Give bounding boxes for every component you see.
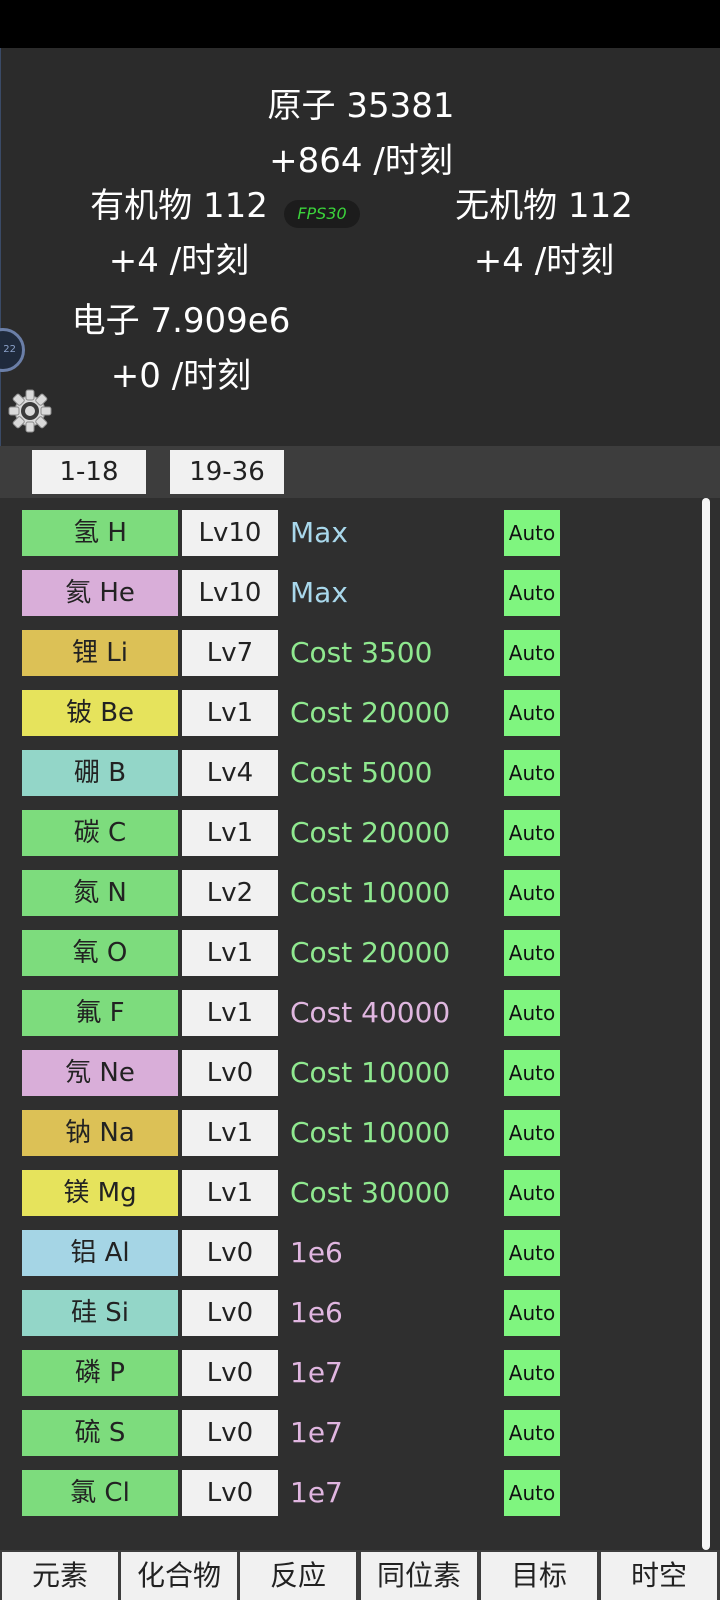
tab-reactions[interactable]: 反应 bbox=[240, 1552, 356, 1600]
level-upgrade-button[interactable]: Lv0 bbox=[182, 1230, 278, 1276]
element-name-button[interactable]: 氟 F bbox=[22, 990, 178, 1036]
auto-toggle-button[interactable]: Auto bbox=[504, 630, 560, 676]
level-upgrade-button[interactable]: Lv10 bbox=[182, 570, 278, 616]
tab-spacetime[interactable]: 时空 bbox=[601, 1552, 717, 1600]
auto-toggle-button[interactable]: Auto bbox=[504, 1230, 560, 1276]
auto-toggle-button[interactable]: Auto bbox=[504, 1470, 560, 1516]
auto-toggle-button[interactable]: Auto bbox=[504, 1350, 560, 1396]
inorganic-label: 无机物 112 bbox=[455, 186, 633, 226]
atoms-stat: 原子 35381 +864 /时刻 bbox=[1, 78, 720, 182]
upgrade-cost: 1e7 bbox=[290, 1416, 343, 1449]
element-name-button[interactable]: 硅 Si bbox=[22, 1290, 178, 1336]
electron-stat: 电子 7.909e6 +0 /时刻 bbox=[71, 293, 291, 397]
level-upgrade-button[interactable]: Lv1 bbox=[182, 810, 278, 856]
resource-panel: 原子 35381 +864 /时刻 有机物 112 +4 /时刻 无机物 112… bbox=[0, 48, 720, 446]
element-name-button[interactable]: 氢 H bbox=[22, 510, 178, 556]
element-name-button[interactable]: 磷 P bbox=[22, 1350, 178, 1396]
element-name-button[interactable]: 氖 Ne bbox=[22, 1050, 178, 1096]
level-upgrade-button[interactable]: Lv7 bbox=[182, 630, 278, 676]
range-tab-bar: 1-18 19-36 bbox=[0, 446, 720, 498]
electron-rate: +0 /时刻 bbox=[110, 356, 252, 396]
upgrade-cost: 1e6 bbox=[290, 1236, 343, 1269]
tab-range-1-18[interactable]: 1-18 bbox=[32, 450, 146, 494]
element-name-button[interactable]: 氯 Cl bbox=[22, 1470, 178, 1516]
tab-elements[interactable]: 元素 bbox=[2, 1552, 118, 1600]
upgrade-cost: Max bbox=[290, 576, 348, 609]
tab-isotopes[interactable]: 同位素 bbox=[361, 1552, 477, 1600]
element-name-button[interactable]: 钠 Na bbox=[22, 1110, 178, 1156]
organic-stat: 有机物 112 +4 /时刻 bbox=[79, 178, 279, 282]
upgrade-cost: Cost 20000 bbox=[290, 696, 451, 729]
auto-toggle-button[interactable]: Auto bbox=[504, 570, 560, 616]
organic-label: 有机物 112 bbox=[90, 186, 268, 226]
upgrade-cost: Cost 10000 bbox=[290, 1056, 451, 1089]
level-upgrade-button[interactable]: Lv1 bbox=[182, 1110, 278, 1156]
auto-toggle-button[interactable]: Auto bbox=[504, 1410, 560, 1456]
element-name-button[interactable]: 硫 S bbox=[22, 1410, 178, 1456]
element-name-button[interactable]: 铝 Al bbox=[22, 1230, 178, 1276]
level-upgrade-button[interactable]: Lv0 bbox=[182, 1470, 278, 1516]
element-name-button[interactable]: 氦 He bbox=[22, 570, 178, 616]
level-upgrade-button[interactable]: Lv0 bbox=[182, 1410, 278, 1456]
upgrade-cost: Cost 5000 bbox=[290, 756, 433, 789]
auto-toggle-button[interactable]: Auto bbox=[504, 930, 560, 976]
upgrade-cost: Cost 30000 bbox=[290, 1176, 451, 1209]
tab-range-19-36[interactable]: 19-36 bbox=[170, 450, 284, 494]
auto-toggle-button[interactable]: Auto bbox=[504, 510, 560, 556]
level-upgrade-button[interactable]: Lv0 bbox=[182, 1290, 278, 1336]
element-name-button[interactable]: 氮 N bbox=[22, 870, 178, 916]
upgrade-cost: Cost 3500 bbox=[290, 636, 433, 669]
level-upgrade-button[interactable]: Lv1 bbox=[182, 690, 278, 736]
atoms-label: 原子 35381 bbox=[267, 86, 455, 126]
upgrade-cost: Cost 10000 bbox=[290, 1116, 451, 1149]
auto-toggle-button[interactable]: Auto bbox=[504, 690, 560, 736]
auto-toggle-button[interactable]: Auto bbox=[504, 1290, 560, 1336]
level-upgrade-button[interactable]: Lv0 bbox=[182, 1050, 278, 1096]
auto-toggle-button[interactable]: Auto bbox=[504, 990, 560, 1036]
organic-rate: +4 /时刻 bbox=[108, 241, 250, 281]
level-upgrade-button[interactable]: Lv1 bbox=[182, 990, 278, 1036]
element-name-button[interactable]: 氧 O bbox=[22, 930, 178, 976]
inorganic-stat: 无机物 112 +4 /时刻 bbox=[444, 178, 644, 282]
upgrade-cost: Cost 20000 bbox=[290, 816, 451, 849]
fps-counter: FPS30 bbox=[284, 200, 360, 228]
status-bar bbox=[0, 0, 720, 48]
upgrade-cost: 1e7 bbox=[290, 1356, 343, 1389]
settings-gear-icon[interactable] bbox=[7, 388, 53, 434]
tab-goals[interactable]: 目标 bbox=[481, 1552, 597, 1600]
side-floating-badge[interactable]: 22 bbox=[0, 328, 25, 372]
upgrade-cost: Max bbox=[290, 516, 348, 549]
upgrade-cost: Cost 10000 bbox=[290, 876, 451, 909]
auto-toggle-button[interactable]: Auto bbox=[504, 1170, 560, 1216]
auto-toggle-button[interactable]: Auto bbox=[504, 810, 560, 856]
element-name-button[interactable]: 镁 Mg bbox=[22, 1170, 178, 1216]
upgrade-cost: 1e6 bbox=[290, 1296, 343, 1329]
bottom-nav: 元素 化合物 反应 同位素 目标 时空 bbox=[0, 1550, 720, 1600]
level-upgrade-button[interactable]: Lv1 bbox=[182, 1170, 278, 1216]
level-upgrade-button[interactable]: Lv4 bbox=[182, 750, 278, 796]
element-name-button[interactable]: 锂 Li bbox=[22, 630, 178, 676]
level-upgrade-button[interactable]: Lv2 bbox=[182, 870, 278, 916]
level-upgrade-button[interactable]: Lv10 bbox=[182, 510, 278, 556]
upgrade-cost: 1e7 bbox=[290, 1476, 343, 1509]
auto-toggle-button[interactable]: Auto bbox=[504, 750, 560, 796]
auto-toggle-button[interactable]: Auto bbox=[504, 1050, 560, 1096]
element-name-button[interactable]: 硼 B bbox=[22, 750, 178, 796]
element-name-button[interactable]: 碳 C bbox=[22, 810, 178, 856]
inorganic-rate: +4 /时刻 bbox=[473, 241, 615, 281]
tab-compounds[interactable]: 化合物 bbox=[121, 1552, 237, 1600]
auto-toggle-button[interactable]: Auto bbox=[504, 870, 560, 916]
list-scrollbar[interactable] bbox=[702, 498, 710, 1550]
element-list[interactable]: 氢 H Lv10 Max Auto 氦 He Lv10 Max Auto 锂 Li Lv7 Cost… bbox=[0, 498, 720, 1550]
atoms-rate: +864 /时刻 bbox=[269, 141, 453, 181]
upgrade-cost: Cost 40000 bbox=[290, 996, 451, 1029]
electron-label: 电子 7.909e6 bbox=[71, 301, 291, 341]
element-name-button[interactable]: 铍 Be bbox=[22, 690, 178, 736]
level-upgrade-button[interactable]: Lv0 bbox=[182, 1350, 278, 1396]
upgrade-cost: Cost 20000 bbox=[290, 936, 451, 969]
auto-toggle-button[interactable]: Auto bbox=[504, 1110, 560, 1156]
level-upgrade-button[interactable]: Lv1 bbox=[182, 930, 278, 976]
